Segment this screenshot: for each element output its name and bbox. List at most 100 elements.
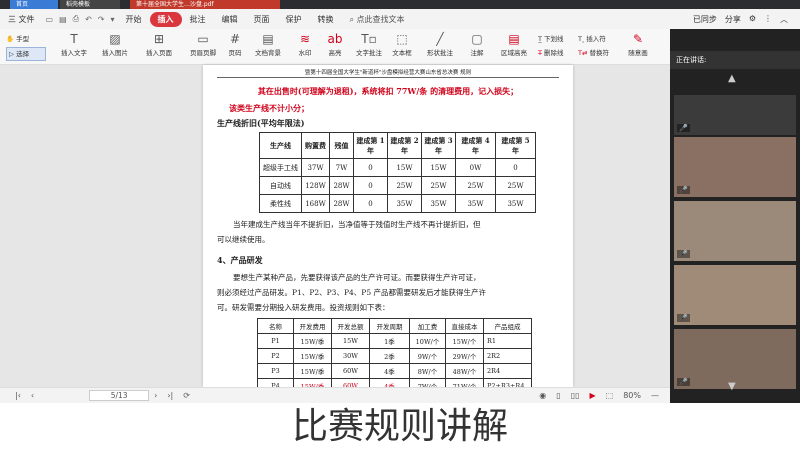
menu-page[interactable]: 页面 <box>246 14 278 25</box>
page-number-label: 页码 <box>228 49 242 57</box>
underline-strike-group[interactable]: T̲ 下划线 T̶ 删除线 <box>538 31 574 63</box>
video-tile[interactable]: 🎤 <box>674 201 796 261</box>
strikethrough-label: 删除线 <box>544 49 564 57</box>
area-highlight-button[interactable]: ▤ 区域高亮 <box>494 31 534 63</box>
menu-edit[interactable]: 编辑 <box>214 14 246 25</box>
nav-last-icon[interactable]: ›| <box>162 391 178 400</box>
menu-annotate[interactable]: 批注 <box>182 14 214 25</box>
chevron-down-icon[interactable]: ▼ <box>728 381 736 392</box>
video-tile[interactable]: 🎤 <box>674 137 796 197</box>
video-tile[interactable]: 🎤 <box>674 265 796 325</box>
gear-icon[interactable]: ⚙ <box>745 14 760 25</box>
red-note-1: 其在出售时(可理解为退租)，系统将扣 77W/条 的清理费用，记入损失； <box>257 86 519 96</box>
select-icon: ▷ <box>9 50 14 58</box>
table-cell: 自动线 <box>259 176 302 195</box>
eye-icon[interactable]: ◉ <box>534 391 551 400</box>
toolbar: ✋ 手型 ▷ 选择 T 插入文字 ▨ 插入图片 ⊞ 插入页面 ▭ 页眉页脚 # 页码 ▤ 文… <box>0 29 670 65</box>
doc-background-label: 文档背景 <box>255 49 281 57</box>
shape-icon: ╱ <box>436 32 444 46</box>
dropdown-icon[interactable]: ▾ <box>107 15 117 24</box>
double-page-icon[interactable]: ▯▯ <box>566 391 585 400</box>
search-box[interactable]: ⌕ 点此查找文本 <box>342 14 413 25</box>
insert-replace-group[interactable]: T‸ 插入符 T⇄ 替换符 <box>578 31 614 63</box>
header-footer-label: 页眉页脚 <box>190 49 216 57</box>
replace-mark-label: 替换符 <box>589 49 609 57</box>
menu-start[interactable]: 开始 <box>118 14 150 25</box>
print-icon[interactable]: ⎙ <box>70 14 82 24</box>
file-menu[interactable]: 三 文件 <box>0 14 43 25</box>
table-cell: 0 <box>495 158 536 177</box>
menu-convert[interactable]: 转换 <box>310 14 342 25</box>
nav-first-icon[interactable]: |‹ <box>10 391 26 400</box>
note-button[interactable]: ▢ 注解 <box>464 31 490 63</box>
table-header: 开发费用 <box>293 318 332 334</box>
table-header: 建成第 4 年 <box>455 132 496 159</box>
table-cell: 15W/季 <box>293 363 332 379</box>
table-cell: R1 <box>483 333 532 349</box>
rd-table: 名称 开发费用 开发总额 开发周期 加工费 直接成本 产品组成 P1 15W/季… <box>257 318 532 394</box>
watermark-button[interactable]: ≋ 水印 <box>290 31 320 63</box>
insert-page-button[interactable]: ⊞ 插入页面 <box>138 31 180 63</box>
depreciation-table: 生产线 购置费 残值 建成第 1 年 建成第 2 年 建成第 3 年 建成第 4… <box>259 132 536 213</box>
zoom-out-icon[interactable]: — <box>646 391 664 400</box>
shape-comment-label: 形状批注 <box>427 49 453 57</box>
zoom-level[interactable]: 80% <box>618 391 646 400</box>
table-cell: 37W <box>301 158 330 177</box>
paragraph-depreciation: 当年建成生产线当年不提折旧，当净值等于残值时生产线不再计提折旧，但 可以继续使用… <box>217 217 559 247</box>
table-cell: 2季 <box>369 348 410 364</box>
table-header: 建成第 2 年 <box>387 132 422 159</box>
save-icon[interactable]: ▤ <box>56 15 70 24</box>
shape-comment-button[interactable]: ╱ 形状批注 <box>420 31 460 63</box>
table-row: P1 15W/季 15W 1季 10W/个 15W/个 R1 <box>257 333 532 349</box>
mic-icon: 🎤 <box>677 314 690 322</box>
page-number-field[interactable]: 5/13 <box>89 390 150 401</box>
sync-status[interactable]: 已同步 <box>689 14 721 25</box>
doc-background-button[interactable]: ▤ 文档背景 <box>248 31 288 63</box>
fit-width-icon[interactable]: ⬚ <box>601 391 619 400</box>
table-row: 柔性线 168W 28W 0 35W 35W 35W 35W <box>259 194 536 213</box>
paragraph-line: 要想生产某种产品，先要获得该产品的生产许可证。而要获得生产许可证， <box>233 273 481 282</box>
note-label: 注解 <box>470 49 484 57</box>
mic-icon: 🎤 <box>677 186 690 194</box>
section-title: 4、产品研发 <box>217 255 263 265</box>
rotate-icon[interactable]: ⟳ <box>178 391 195 400</box>
menu-protect[interactable]: 保护 <box>278 14 310 25</box>
chevron-up-icon[interactable]: ▲ <box>728 73 736 84</box>
menu-insert[interactable]: 插入 <box>149 11 182 27</box>
text-comment-button[interactable]: T▫ 文字批注 <box>352 31 386 63</box>
header-footer-button[interactable]: ▭ 页眉页脚 <box>182 31 224 63</box>
textbox-button[interactable]: ⬚ 文本框 <box>388 31 416 63</box>
insert-image-button[interactable]: ▨ 插入图片 <box>96 31 134 63</box>
freehand-button[interactable]: ✎ 随意画 <box>620 31 656 63</box>
more-icon[interactable]: ⋮ <box>760 14 776 25</box>
page-number-button[interactable]: # 页码 <box>224 31 246 63</box>
table-cell: 15W <box>387 158 422 177</box>
share-button[interactable]: 分享 <box>721 14 745 25</box>
play-icon[interactable]: ▶ <box>585 391 601 400</box>
insert-text-button[interactable]: T 插入文字 <box>55 31 93 63</box>
status-bar: |‹ ‹ 5/13 › ›| ⟳ ◉ ▯ ▯▯ ▶ ⬚ 80% — <box>0 387 670 403</box>
watermark-label: 水印 <box>298 49 312 57</box>
undo-icon[interactable]: ↶ <box>82 15 95 24</box>
table-header: 产品组成 <box>483 318 532 334</box>
hand-tool[interactable]: ✋ 手型 ▷ 选择 <box>6 31 46 63</box>
nav-next-icon[interactable]: › <box>149 391 162 400</box>
table-cell: 超级手工线 <box>259 158 302 177</box>
menu-right: 已同步 分享 ⚙ ⋮ ︿ <box>689 14 800 25</box>
redo-icon[interactable]: ↷ <box>95 15 108 24</box>
tab-document[interactable]: 第十届全国大学生…沙盘.pdf <box>130 0 280 9</box>
open-icon[interactable]: ▭ <box>43 15 57 24</box>
table-cell: 168W <box>301 194 330 213</box>
single-page-icon[interactable]: ▯ <box>551 391 565 400</box>
table-cell: 15W/季 <box>293 333 332 349</box>
tab-home[interactable]: 首页 <box>10 0 58 9</box>
video-tile[interactable]: 🎤 <box>674 329 796 389</box>
highlight-button[interactable]: ab 高亮 <box>322 31 348 63</box>
depreciation-heading: 生产线折旧(平均年限法) <box>217 118 305 128</box>
table-cell: 15W <box>331 333 370 349</box>
hand-icon: ✋ <box>6 35 15 43</box>
tab-templates[interactable]: 稻壳模板 <box>60 0 120 9</box>
nav-prev-icon[interactable]: ‹ <box>26 391 39 400</box>
chevron-up-icon[interactable]: ︿ <box>776 14 792 25</box>
video-tile[interactable]: 🎤 <box>674 95 796 135</box>
